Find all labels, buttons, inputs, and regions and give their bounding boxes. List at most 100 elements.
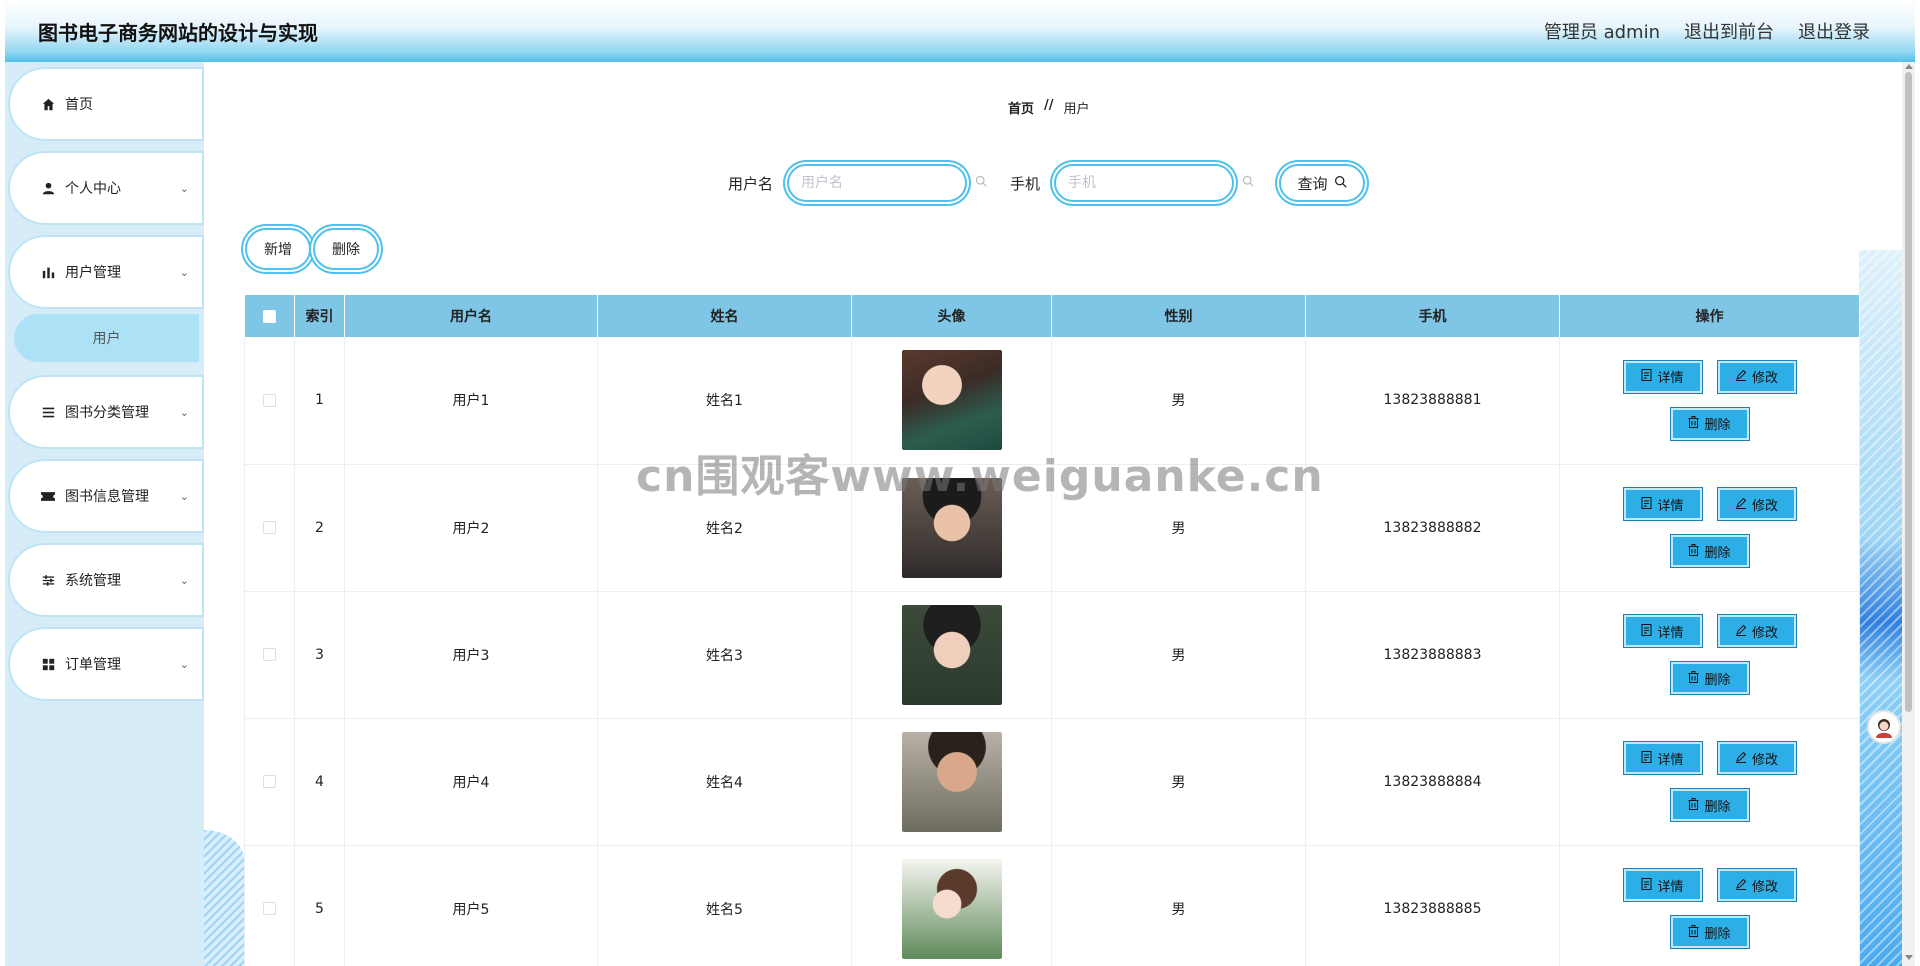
- username-cell: 用户4: [344, 718, 598, 846]
- detail-button-label: 详情: [1657, 498, 1684, 514]
- row-select-cell[interactable]: [244, 845, 295, 966]
- phone-cell: 13823888884: [1305, 718, 1560, 846]
- delete-batch-button[interactable]: 删除: [313, 228, 379, 270]
- row-checkbox[interactable]: [263, 648, 276, 661]
- ticket-icon: [41, 489, 55, 503]
- column-header-index: 索引: [294, 295, 345, 337]
- row-checkbox[interactable]: [263, 521, 276, 534]
- detail-button[interactable]: 详情: [1622, 741, 1703, 775]
- row-select-cell[interactable]: [244, 591, 295, 719]
- sidebar-subitem-user[interactable]: 用户: [14, 314, 199, 362]
- chevron-down-icon: ⌄: [179, 181, 189, 195]
- username-search-input[interactable]: [801, 175, 975, 191]
- chevron-down-icon: ⌄: [179, 657, 189, 671]
- sidebar-item-home[interactable]: 首页: [13, 72, 199, 136]
- detail-button[interactable]: 详情: [1622, 359, 1703, 394]
- detail-button[interactable]: 详情: [1622, 868, 1703, 902]
- row-select-cell[interactable]: [244, 337, 295, 465]
- logout-link[interactable]: 退出登录: [1798, 18, 1870, 44]
- delete-row-button[interactable]: 删除: [1669, 788, 1750, 822]
- edit-button[interactable]: 修改: [1716, 741, 1797, 775]
- query-button[interactable]: 查询: [1279, 164, 1365, 202]
- phone-cell: 13823888885: [1305, 845, 1560, 966]
- username-search-field[interactable]: [787, 164, 987, 202]
- row-checkbox[interactable]: [263, 393, 276, 407]
- phone-search-field[interactable]: [1054, 164, 1254, 202]
- scroll-up-arrow-icon[interactable]: [1905, 64, 1913, 69]
- edit-button[interactable]: 修改: [1716, 868, 1797, 902]
- trash-icon: [1688, 416, 1699, 431]
- row-actions: 详情 修改 删除: [1560, 868, 1859, 949]
- edit-icon: [1735, 369, 1747, 384]
- actions-cell: 详情 修改 删除: [1559, 464, 1860, 592]
- sidebar-item-user-management[interactable]: 用户管理 ⌄: [13, 240, 199, 304]
- detail-button[interactable]: 详情: [1622, 487, 1703, 521]
- index-cell: 5: [294, 845, 345, 966]
- row-actions-top: 详情 修改: [1622, 487, 1797, 521]
- index-cell: 3: [294, 591, 345, 719]
- actions-cell: 详情 修改 删除: [1559, 718, 1860, 846]
- sidebar-item-personal-center[interactable]: 个人中心 ⌄: [13, 156, 199, 220]
- row-actions: 详情 修改 删除: [1560, 487, 1859, 568]
- sidebar: 首页 个人中心 ⌄ 用户管理 ⌄ 用户 图书分类管理 ⌄ 图书信息管理 ⌄ 系统…: [5, 62, 204, 966]
- column-header-name: 姓名: [597, 295, 852, 337]
- breadcrumb: 首页 // 用户: [1008, 98, 1090, 117]
- breadcrumb-current: 用户: [1063, 102, 1090, 117]
- edit-button[interactable]: 修改: [1716, 487, 1797, 521]
- row-actions-top: 详情 修改: [1622, 359, 1797, 394]
- scroll-down-arrow-icon[interactable]: [1905, 955, 1913, 960]
- actions-cell: 详情 修改 删除: [1559, 591, 1860, 719]
- trash-icon: [1688, 797, 1699, 813]
- scrollbar-thumb[interactable]: [1905, 72, 1912, 712]
- row-checkbox[interactable]: [263, 775, 276, 788]
- delete-button-label: 删除: [1704, 926, 1731, 942]
- row-select-cell[interactable]: [244, 718, 295, 846]
- username-search-label: 用户名: [728, 175, 774, 193]
- username-cell: 用户3: [344, 591, 598, 719]
- edit-button[interactable]: 修改: [1716, 614, 1797, 648]
- select-all-checkbox[interactable]: [262, 309, 276, 323]
- trash-icon: [1688, 670, 1699, 686]
- admin-user-label[interactable]: 管理员 admin: [1544, 18, 1660, 44]
- edit-button-label: 修改: [1751, 879, 1778, 895]
- delete-row-button[interactable]: 删除: [1669, 406, 1750, 441]
- breadcrumb-separator: //: [1044, 98, 1054, 113]
- sidebar-item-book-info[interactable]: 图书信息管理 ⌄: [13, 464, 199, 528]
- search-icon: [1334, 174, 1347, 192]
- trash-icon: [1688, 924, 1699, 940]
- exit-to-front-link[interactable]: 退出到前台: [1684, 18, 1774, 44]
- row-checkbox[interactable]: [263, 902, 276, 915]
- table-header-row: 索引 用户名 姓名 头像 性别 手机 操作: [244, 295, 1860, 337]
- phone-search-label: 手机: [1010, 175, 1041, 193]
- breadcrumb-home[interactable]: 首页: [1008, 98, 1034, 117]
- chevron-down-icon: ⌄: [179, 405, 189, 419]
- edit-button[interactable]: 修改: [1716, 359, 1797, 394]
- delete-button-label: 删除: [1704, 799, 1731, 815]
- row-select-cell[interactable]: [244, 464, 295, 592]
- gender-cell: 男: [1051, 845, 1306, 966]
- avatar-cell: [851, 591, 1052, 719]
- search-icon: [975, 175, 987, 191]
- select-all-cell[interactable]: [244, 295, 295, 337]
- phone-search-input[interactable]: [1068, 175, 1242, 191]
- table-row: 5 用户5 姓名5 男 13823888885 详情 修改 删除: [244, 845, 1860, 966]
- sidebar-item-system-management[interactable]: 系统管理 ⌄: [13, 548, 199, 612]
- delete-row-button[interactable]: 删除: [1669, 534, 1750, 568]
- sidebar-item-order-management[interactable]: 订单管理 ⌄: [13, 632, 199, 696]
- edit-icon: [1735, 624, 1747, 639]
- document-icon: [1641, 369, 1652, 384]
- delete-row-button[interactable]: 删除: [1669, 915, 1750, 949]
- chevron-down-icon: ⌄: [179, 265, 189, 279]
- document-icon: [1641, 877, 1652, 893]
- document-icon: [1641, 623, 1652, 639]
- trash-icon: [1688, 543, 1699, 559]
- add-button[interactable]: 新增: [245, 228, 311, 270]
- delete-row-button[interactable]: 删除: [1669, 661, 1750, 695]
- decorative-wave-left: [204, 830, 244, 966]
- name-cell: 姓名5: [597, 845, 852, 966]
- detail-button[interactable]: 详情: [1622, 614, 1703, 648]
- sidebar-item-book-category[interactable]: 图书分类管理 ⌄: [13, 380, 199, 444]
- user-table: 索引 用户名 姓名 头像 性别 手机 操作 1 用户1 姓名1 男 138238…: [244, 295, 1860, 966]
- page-scrollbar[interactable]: [1902, 62, 1915, 966]
- floating-assistant-avatar[interactable]: [1867, 710, 1901, 744]
